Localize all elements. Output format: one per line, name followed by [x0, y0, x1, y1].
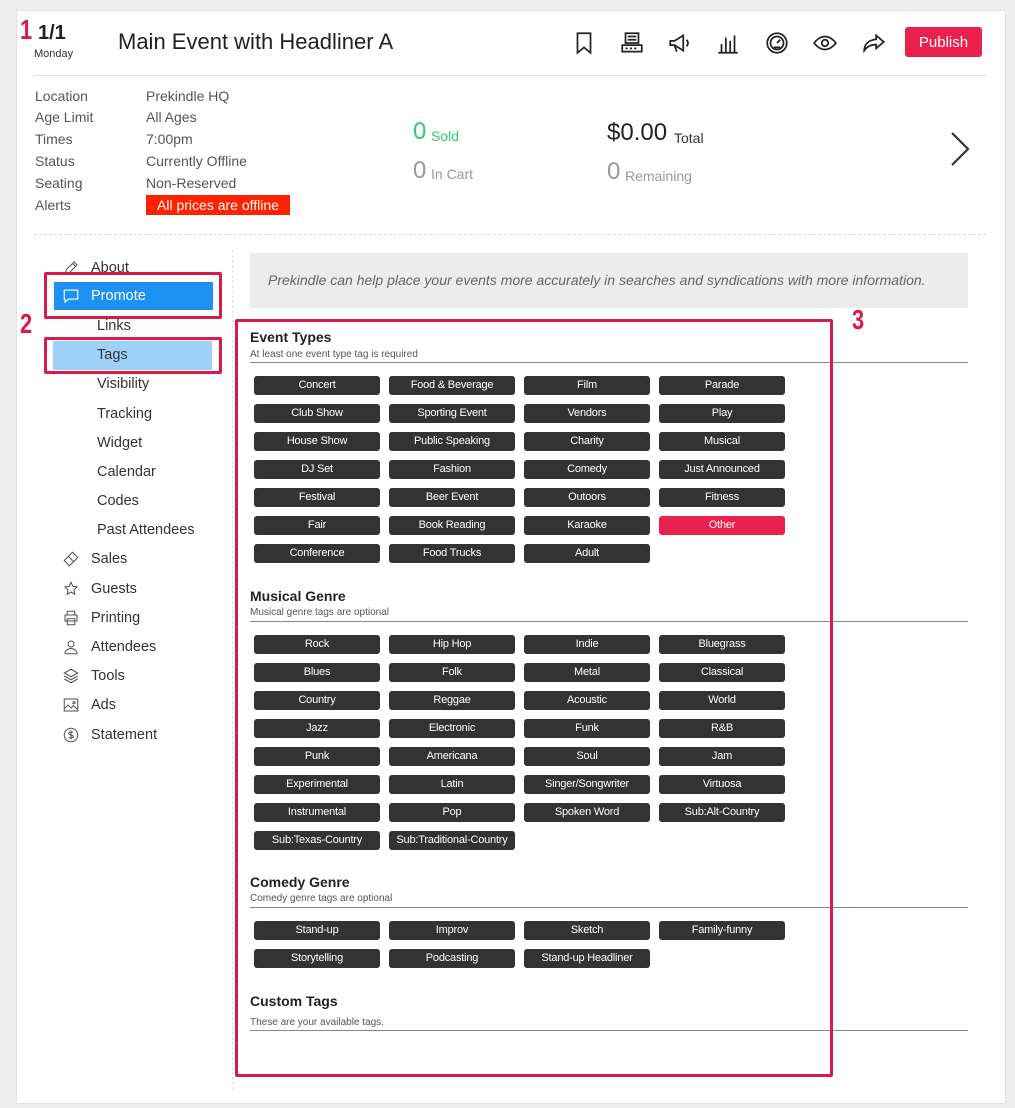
sidebar-sub-widget[interactable]: Widget [97, 435, 142, 451]
total-amount: $0.00 [607, 119, 668, 146]
annotation-box-tag-sections [235, 319, 833, 1077]
sidebar-item-tools[interactable]: Tools [61, 666, 125, 686]
info-banner: Prekindle can help place your events mor… [250, 253, 968, 308]
event-date: 1/1 [38, 22, 66, 44]
age-limit-label: Age Limit [35, 109, 94, 125]
sidebar-item-ads[interactable]: Ads [61, 695, 116, 715]
in-cart-count: 0 [413, 157, 427, 184]
sold-count: 0 [413, 118, 427, 145]
remaining-label: Remaining [625, 168, 692, 184]
sidebar-item-statement[interactable]: Statement [61, 725, 157, 745]
remaining-count: 0 [607, 158, 621, 185]
sidebar-item-guests[interactable]: Guests [61, 579, 137, 599]
times-label: Times [35, 131, 73, 147]
dollar-circle-icon [61, 725, 81, 745]
event-day: Monday [34, 48, 74, 60]
sidebar-item-label: Statement [91, 727, 158, 743]
eye-icon[interactable] [811, 28, 839, 58]
total-label: Total [674, 130, 704, 146]
alerts-label: Alerts [35, 197, 71, 213]
annotation-number-3: 3 [852, 304, 865, 335]
sidebar-item-label: Sales [91, 551, 128, 567]
image-icon [61, 695, 81, 715]
annotation-number-2: 2 [20, 308, 33, 339]
sidebar-sub-calendar[interactable]: Calendar [97, 464, 156, 480]
sold-label: Sold [431, 128, 460, 144]
register-icon[interactable] [618, 28, 646, 58]
ticket-icon [61, 549, 81, 569]
chevron-right-icon[interactable] [946, 130, 974, 168]
status-value: Currently Offline [146, 153, 247, 169]
status-label: Status [35, 153, 75, 169]
sidebar-item-printing[interactable]: Printing [61, 608, 140, 628]
sidebar-item-label: Tools [91, 668, 125, 684]
age-limit-value: All Ages [146, 109, 197, 125]
sidebar-sub-visibility[interactable]: Visibility [97, 376, 149, 392]
seating-value: Non-Reserved [146, 175, 237, 191]
share-icon[interactable] [860, 28, 888, 58]
alert-badge: All prices are offline [146, 195, 290, 215]
header-divider [34, 75, 986, 76]
megaphone-icon[interactable] [666, 28, 694, 58]
layers-icon [61, 666, 81, 686]
sidebar-sub-tracking[interactable]: Tracking [97, 406, 152, 422]
person-icon [61, 637, 81, 657]
sidebar-item-label: Printing [91, 610, 141, 626]
sidebar-item-label: Ads [91, 697, 116, 713]
annotation-box-promote [44, 272, 222, 319]
times-value: 7:00pm [146, 131, 193, 147]
sidebar-sub-links[interactable]: Links [97, 318, 131, 334]
seating-label: Seating [35, 175, 83, 191]
event-title: Main Event with Headliner A [118, 29, 394, 54]
location-label: Location [35, 88, 88, 104]
details-divider [34, 234, 986, 235]
sidebar-item-label: Guests [91, 581, 137, 597]
star-badge-icon [61, 579, 81, 599]
sidebar-item-attendees[interactable]: Attendees [61, 637, 156, 657]
sidebar-item-sales[interactable]: Sales [61, 549, 127, 569]
annotation-number-1: 1 [20, 14, 33, 45]
gauge-icon[interactable] [763, 28, 791, 58]
annotation-box-tags [44, 337, 222, 374]
sidebar-sub-codes[interactable]: Codes [97, 493, 139, 509]
sidebar-sub-past-attendees[interactable]: Past Attendees [97, 522, 195, 538]
location-value: Prekindle HQ [146, 88, 230, 104]
publish-button[interactable]: Publish [905, 27, 982, 57]
sidebar-divider [232, 250, 233, 1090]
printer-icon [61, 608, 81, 628]
bar-chart-icon[interactable] [714, 28, 742, 58]
sidebar-item-label: Attendees [91, 639, 157, 655]
in-cart-label: In Cart [431, 166, 474, 182]
bookmark-icon[interactable] [570, 28, 598, 58]
